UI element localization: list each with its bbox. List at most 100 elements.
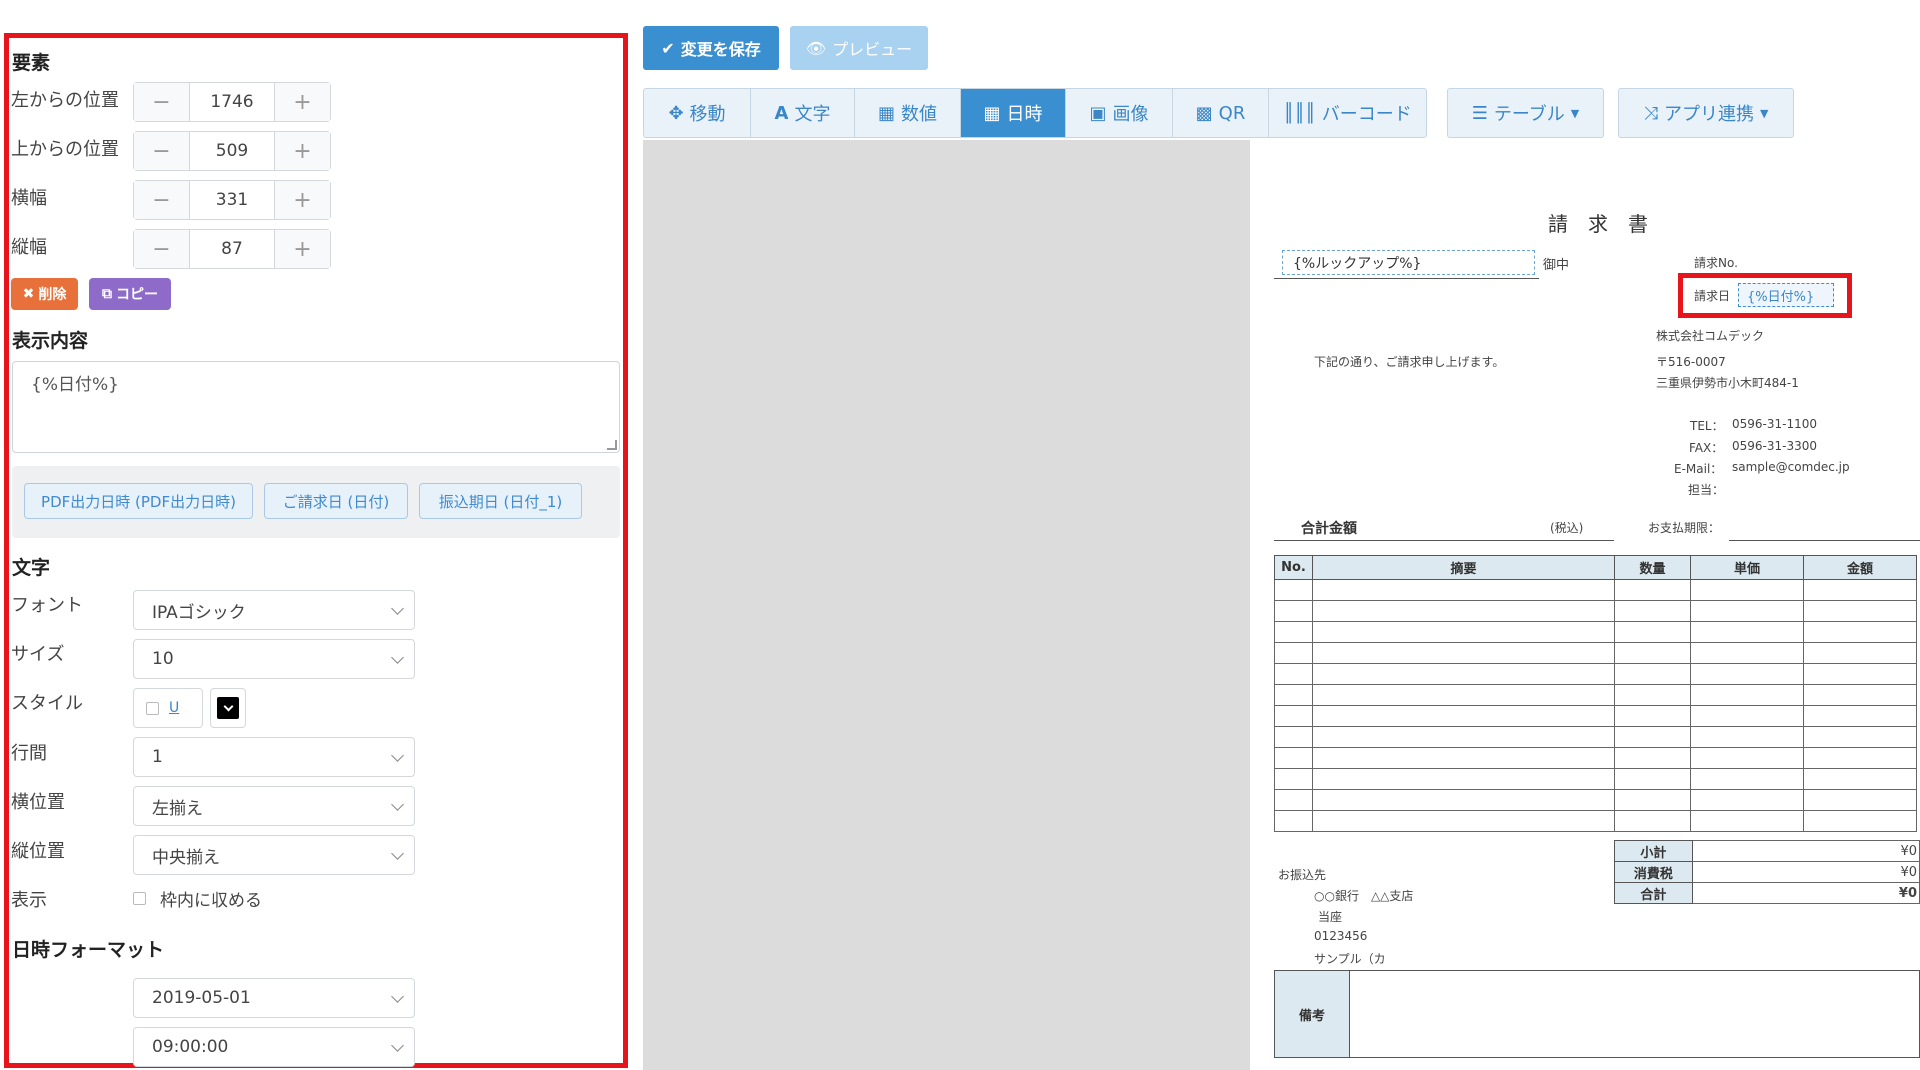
- remarks-box[interactable]: 備考: [1274, 970, 1920, 1058]
- insert-invoice-date-button[interactable]: ご請求日 (日付): [264, 483, 408, 519]
- table-cell: [1803, 579, 1917, 601]
- line-items-body: [1274, 579, 1917, 832]
- preview-button[interactable]: 👁 プレビュー: [790, 26, 928, 70]
- font-select[interactable]: IPAゴシック: [133, 590, 415, 630]
- tab-label: 日時: [1006, 104, 1043, 125]
- table-dropdown-button[interactable]: ☰ テーブル ▼: [1447, 88, 1604, 138]
- table-cell: [1274, 642, 1313, 664]
- table-cell: [1803, 642, 1917, 664]
- eye-icon: 👁: [805, 38, 827, 58]
- size-select[interactable]: 10: [133, 639, 415, 679]
- time-format-select[interactable]: 09:00:00: [133, 1027, 415, 1067]
- tab-image[interactable]: ▣ 画像: [1066, 89, 1173, 137]
- tab-number[interactable]: ▦ 数値: [855, 89, 961, 137]
- tab-text[interactable]: A 文字: [751, 89, 855, 137]
- table-cell: [1690, 810, 1804, 832]
- color-picker[interactable]: [210, 688, 246, 728]
- save-button[interactable]: ✔ 変更を保存: [643, 26, 779, 70]
- table-row: [1274, 810, 1917, 832]
- top-position-label: 上からの位置: [11, 139, 119, 160]
- staff-label: 担当：: [1688, 483, 1725, 497]
- copy-button[interactable]: ⧉ コピー: [89, 278, 171, 310]
- vertical-align-select[interactable]: 中央揃え: [133, 835, 415, 875]
- customer-underline: [1274, 278, 1539, 279]
- height-input[interactable]: 87: [189, 230, 275, 268]
- table-cell: [1274, 621, 1313, 643]
- table-cell: [1803, 621, 1917, 643]
- element-heading: 要素: [12, 52, 51, 74]
- increment-button[interactable]: +: [275, 181, 330, 219]
- decrement-button[interactable]: −: [134, 181, 189, 219]
- table-cell: [1312, 789, 1615, 811]
- table-cell: [1690, 642, 1804, 664]
- insert-transfer-date-button[interactable]: 振込期日 (日付_1): [419, 483, 582, 519]
- insert-pdf-datetime-button[interactable]: PDF出力日時 (PDF出力日時): [24, 483, 253, 519]
- underline-checkbox[interactable]: [146, 701, 159, 715]
- width-label: 横幅: [11, 188, 47, 209]
- caret-down-icon: ▼: [1759, 106, 1769, 120]
- table-cell: [1803, 747, 1917, 769]
- color-swatch: [217, 697, 239, 719]
- copy-icon: ⧉: [102, 286, 112, 302]
- resize-handle[interactable]: [607, 440, 617, 450]
- content-textarea[interactable]: {%日付%}: [12, 361, 620, 453]
- table-cell: [1312, 726, 1615, 748]
- table-label: テーブル: [1493, 104, 1565, 125]
- top-position-input[interactable]: 509: [189, 132, 275, 170]
- email-label: E-Mail：: [1674, 462, 1723, 476]
- vertical-align-value: 中央揃え: [152, 847, 220, 868]
- left-position-label: 左からの位置: [11, 90, 119, 111]
- width-input[interactable]: 331: [189, 181, 275, 219]
- table-cell: [1312, 768, 1615, 790]
- customer-field[interactable]: {%ルックアップ%}: [1282, 250, 1535, 275]
- column-header: 単価: [1690, 555, 1804, 580]
- total-amount-label: 合計金額: [1301, 521, 1357, 537]
- underline-toggle[interactable]: U: [133, 688, 203, 728]
- line-spacing-select[interactable]: 1: [133, 737, 415, 777]
- invoice-no-label: 請求No.: [1694, 256, 1738, 270]
- line-items-table[interactable]: No. 摘要 数量 単価 金額: [1274, 555, 1917, 832]
- tab-datetime[interactable]: ▦ 日時: [961, 89, 1066, 137]
- content-heading: 表示内容: [12, 330, 89, 352]
- chevron-down-icon: [391, 990, 404, 1003]
- barcode-icon: ║║║: [1283, 102, 1316, 124]
- content-value: {%日付%}: [31, 375, 119, 395]
- account-number: 0123456: [1314, 929, 1368, 943]
- account-type: 当座: [1318, 910, 1343, 924]
- table-cell: [1312, 810, 1615, 832]
- decrement-button[interactable]: −: [134, 83, 189, 121]
- increment-button[interactable]: +: [275, 230, 330, 268]
- fit-in-frame-checkbox[interactable]: [133, 892, 146, 905]
- tax-label: 消費税: [1614, 861, 1693, 883]
- tab-barcode[interactable]: ║║║ バーコード: [1269, 89, 1426, 137]
- account-name: サンプル（カ: [1314, 952, 1386, 966]
- fax-value: 0596-31-3300: [1732, 439, 1818, 453]
- date-format-value: 2019-05-01: [152, 988, 251, 1008]
- move-icon: ✥: [668, 102, 684, 124]
- table-row: [1274, 747, 1917, 769]
- table-cell: [1614, 789, 1691, 811]
- tab-qr[interactable]: ▩ QR: [1173, 89, 1269, 137]
- decrement-button[interactable]: −: [134, 132, 189, 170]
- delete-button[interactable]: ✖ 削除: [11, 278, 78, 310]
- decrement-button[interactable]: −: [134, 230, 189, 268]
- tab-move[interactable]: ✥ 移動: [644, 89, 751, 137]
- tab-label: QR: [1218, 102, 1246, 124]
- horizontal-align-select[interactable]: 左揃え: [133, 786, 415, 826]
- tel-value: 0596-31-1100: [1732, 417, 1818, 431]
- element-type-tabs: ✥ 移動 A 文字 ▦ 数値 ▦ 日時 ▣ 画像 ▩ QR ║║║ バーコード: [643, 88, 1427, 138]
- total-underline: [1274, 540, 1614, 541]
- increment-button[interactable]: +: [275, 132, 330, 170]
- table-row: [1274, 600, 1917, 622]
- date-format-select[interactable]: 2019-05-01: [133, 978, 415, 1018]
- column-header: No.: [1274, 555, 1313, 580]
- fit-in-frame-option[interactable]: 枠内に収める: [133, 886, 262, 911]
- table-cell: [1803, 684, 1917, 706]
- left-position-input[interactable]: 1746: [189, 83, 275, 121]
- font-value: IPAゴシック: [152, 602, 246, 623]
- table-cell: [1614, 579, 1691, 601]
- app-link-dropdown-button[interactable]: ⤨ アプリ連携 ▼: [1618, 88, 1794, 138]
- height-stepper: − 87 +: [133, 229, 331, 269]
- table-row: [1274, 768, 1917, 790]
- increment-button[interactable]: +: [275, 83, 330, 121]
